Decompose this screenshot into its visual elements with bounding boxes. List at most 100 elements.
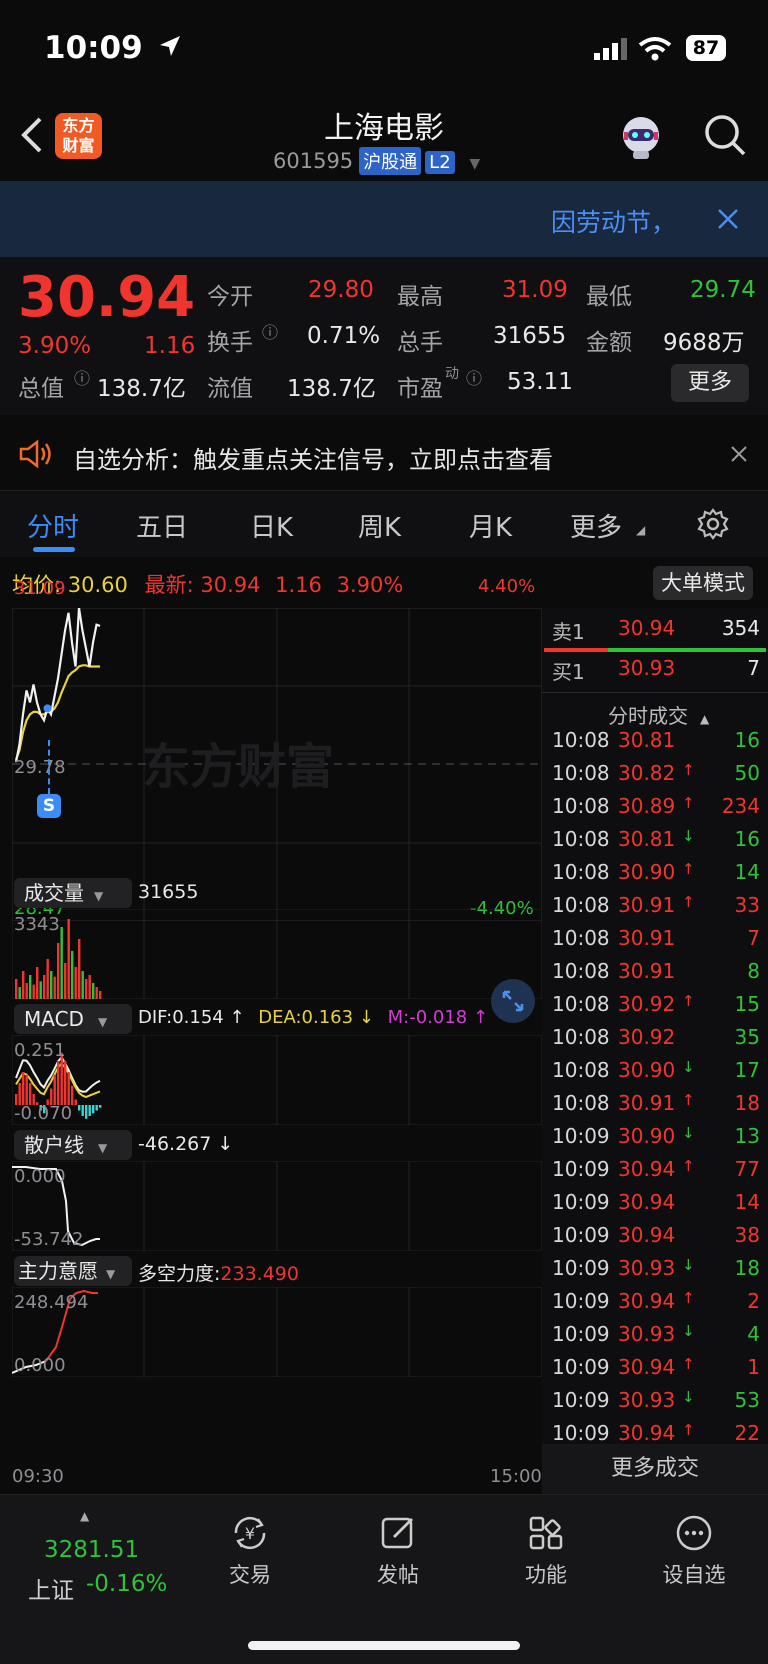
pe-superscript: 动 <box>445 366 459 382</box>
macd-bar <box>85 1105 88 1119</box>
price-chart[interactable]: 东方财富 <box>12 608 542 921</box>
banner-text: 因劳动节， <box>550 208 676 237</box>
volume-bar <box>64 963 67 999</box>
stock-subtitle[interactable]: 601595 沪股通 L2 ▼ <box>273 147 480 175</box>
volume-bar <box>29 975 32 999</box>
retail-bottom-label: -53.742 <box>14 1229 84 1250</box>
volume-bar <box>50 971 53 999</box>
volume-bar <box>67 919 70 999</box>
holiday-banner[interactable]: 因劳动节， <box>0 181 768 257</box>
signal-icon <box>594 38 627 60</box>
tick-time: 10:09 <box>552 1421 610 1445</box>
retail-indicator-selector[interactable]: 散户线 ▼ <box>14 1130 132 1160</box>
tick-row: 10:09 30.94 ↑ 77 <box>542 1157 768 1190</box>
macd-bar <box>74 1099 77 1105</box>
tick-volume: 13 <box>734 1124 760 1148</box>
close-icon[interactable] <box>730 445 748 463</box>
macd-m: M:-0.018 ↑ <box>387 1007 489 1028</box>
latest-pct: 3.90% <box>336 573 404 597</box>
tick-price: 30.90 <box>618 1058 676 1082</box>
volume-bar <box>46 959 49 999</box>
nav-add-watchlist[interactable]: 设自选 <box>644 1513 744 1589</box>
dropdown-icon: ▼ <box>98 1141 108 1155</box>
analysis-alert[interactable]: 自选分析：触发重点关注信号，立即点击查看 <box>0 415 768 495</box>
index-ticker[interactable]: ▲ 3281.51 上证 -0.16% <box>0 1495 178 1615</box>
latest-value: 30.94 <box>200 573 261 597</box>
macd-bar <box>25 1074 28 1105</box>
tab-more[interactable]: 更多 <box>570 507 622 544</box>
close-icon[interactable] <box>716 207 740 231</box>
big-order-mode-button[interactable]: 大单模式 <box>653 566 753 600</box>
tick-row: 10:09 30.93 ↓ 18 <box>542 1256 768 1289</box>
tick-price: 30.93 <box>618 1322 676 1346</box>
gear-icon[interactable] <box>697 508 729 540</box>
more-ticks-button[interactable]: 更多成交 <box>542 1444 768 1494</box>
svg-text:¥: ¥ <box>245 1524 255 1543</box>
order-book-panel: 卖1 30.94 354 买1 30.93 7 分时成交 ▲ 10:08 30.81… <box>542 608 768 1494</box>
macd-indicator-selector[interactable]: MACD ▼ <box>14 1004 132 1034</box>
tick-time: 10:08 <box>552 761 610 785</box>
volume-bar <box>53 976 56 999</box>
info-icon[interactable]: ⓘ <box>262 319 278 343</box>
search-icon[interactable] <box>703 113 747 157</box>
grid-icon <box>529 1516 563 1550</box>
tick-time: 10:08 <box>552 1058 610 1082</box>
main-force-sub-label: 多空力度: <box>138 1263 221 1285</box>
tick-time: 10:09 <box>552 1157 610 1181</box>
tick-volume: 16 <box>734 827 760 851</box>
info-icon[interactable]: ⓘ <box>466 365 482 389</box>
volume-bar <box>22 971 25 999</box>
nav-functions-label: 功能 <box>525 1563 567 1587</box>
volume-indicator-selector[interactable]: 成交量 ▼ <box>14 878 132 908</box>
volume-bar <box>32 984 35 999</box>
macd-bar <box>53 1074 56 1105</box>
retail-top-label: 0.000 <box>14 1166 66 1187</box>
nav-functions[interactable]: 功能 <box>496 1513 596 1589</box>
quote-panel: 30.94 3.90% 1.16 今开 29.80 最高 31.09 最低 29… <box>0 257 768 415</box>
x-start-label: 09:30 <box>12 1466 64 1487</box>
main-force-bottom-label: 0.000 <box>14 1355 66 1376</box>
up-arrow-icon: ↑ <box>682 860 695 878</box>
tab-monthly-k[interactable]: 月K <box>469 507 512 544</box>
macd-indicator-label: MACD <box>24 1007 84 1031</box>
tab-weekly-k[interactable]: 周K <box>358 507 401 544</box>
signal-marker[interactable]: S <box>37 794 61 818</box>
tick-time: 10:09 <box>552 1223 610 1247</box>
change-pct: 3.90% <box>18 333 92 359</box>
ticks-header-label: 分时成交 <box>608 704 688 728</box>
robot-avatar-icon[interactable] <box>616 111 666 161</box>
dropdown-icon: ▼ <box>94 889 104 903</box>
tick-time: 10:08 <box>552 860 610 884</box>
tick-row: 10:08 30.81 ↓ 16 <box>542 827 768 860</box>
tick-time: 10:09 <box>552 1322 610 1346</box>
tick-time: 10:08 <box>552 992 610 1016</box>
volume-max-label: 3343 <box>14 914 60 935</box>
volume-bar <box>71 951 74 999</box>
up-arrow-icon: ↑ <box>682 1157 695 1175</box>
tab-daily-k[interactable]: 日K <box>250 507 293 544</box>
tick-row: 10:08 30.92 35 <box>542 1025 768 1058</box>
macd-bar <box>95 1105 98 1111</box>
nav-post[interactable]: 发帖 <box>348 1513 448 1589</box>
nav-trade[interactable]: ¥ 交易 <box>200 1513 300 1589</box>
up-arrow-icon: ↑ <box>682 1091 695 1109</box>
main-force-top-label: 248.494 <box>14 1292 89 1313</box>
tab-intraday[interactable]: 分时 <box>27 507 79 544</box>
expand-button[interactable] <box>491 979 535 1023</box>
down-arrow-icon: ↓ <box>682 1322 695 1340</box>
info-icon[interactable]: ⓘ <box>74 365 90 389</box>
ticks-header[interactable]: 分时成交 ▲ <box>608 700 709 729</box>
tab-five-day[interactable]: 五日 <box>136 507 188 544</box>
y-top-value: 31.09 <box>14 578 66 599</box>
more-quote-button[interactable]: 更多 <box>671 364 749 402</box>
volume-bar <box>60 927 63 999</box>
main-force-indicator-selector[interactable]: 主力意愿 ▼ <box>14 1256 132 1286</box>
volume-bar <box>74 967 77 999</box>
tick-time: 10:09 <box>552 1256 610 1280</box>
tick-price: 30.90 <box>618 860 676 884</box>
latest-label: 最新: <box>144 573 194 597</box>
wifi-icon <box>638 37 672 61</box>
macd-bar <box>22 1072 25 1105</box>
up-arrow-icon: ↑ <box>682 992 695 1010</box>
tick-price: 30.91 <box>618 893 676 917</box>
